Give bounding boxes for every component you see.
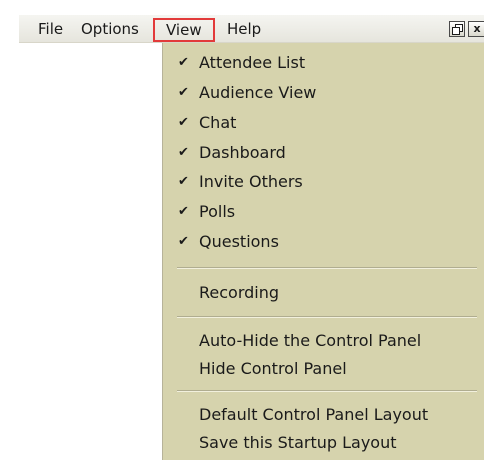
- menu-item-invite-others[interactable]: ✔ Invite Others: [163, 167, 484, 196]
- menu-item-label: Attendee List: [199, 53, 306, 72]
- menu-item-label: Default Control Panel Layout: [199, 405, 429, 424]
- menu-item-default-control-panel-layout[interactable]: Default Control Panel Layout: [163, 400, 484, 429]
- menu-item-label: Audience View: [199, 83, 317, 102]
- menu-separator: [177, 316, 477, 318]
- menu-bar: File Options View Help x: [19, 15, 484, 43]
- menu-item-label: Hide Control Panel: [199, 359, 347, 378]
- checkmark-icon: ✔: [178, 55, 189, 70]
- menu-separator: [177, 390, 477, 392]
- menu-item-label: Questions: [199, 232, 279, 251]
- menu-item-recording[interactable]: Recording: [163, 278, 484, 307]
- menu-help[interactable]: Help: [227, 20, 261, 38]
- menu-view[interactable]: View: [153, 18, 215, 42]
- checkmark-icon: ✔: [178, 234, 189, 249]
- close-window-button[interactable]: x: [468, 21, 484, 37]
- menu-item-dashboard[interactable]: ✔ Dashboard: [163, 138, 484, 167]
- menu-file[interactable]: File: [38, 20, 63, 38]
- checkmark-icon: ✔: [178, 174, 189, 189]
- menu-item-label: Dashboard: [199, 143, 286, 162]
- restore-window-button[interactable]: [449, 21, 465, 37]
- menu-item-audience-view[interactable]: ✔ Audience View: [163, 78, 484, 107]
- menu-item-label: Recording: [199, 283, 280, 302]
- checkmark-icon: ✔: [178, 204, 189, 219]
- menu-item-chat[interactable]: ✔ Chat: [163, 108, 484, 137]
- checkmark-icon: ✔: [178, 145, 189, 160]
- menu-item-label: Chat: [199, 113, 237, 132]
- menu-item-label: Auto-Hide the Control Panel: [199, 331, 422, 350]
- menu-options[interactable]: Options: [81, 20, 139, 38]
- menu-separator: [177, 267, 477, 269]
- menu-item-save-startup-layout[interactable]: Save this Startup Layout: [163, 428, 484, 457]
- menu-item-label: Invite Others: [199, 172, 303, 191]
- menu-item-questions[interactable]: ✔ Questions: [163, 227, 484, 256]
- restore-icon: [452, 24, 463, 35]
- menu-item-polls[interactable]: ✔ Polls: [163, 197, 484, 226]
- menu-item-attendee-list[interactable]: ✔ Attendee List: [163, 48, 484, 77]
- menu-item-label: Save this Startup Layout: [199, 433, 397, 452]
- checkmark-icon: ✔: [178, 115, 189, 130]
- menu-item-label: Polls: [199, 202, 236, 221]
- menu-item-auto-hide-control-panel[interactable]: Auto-Hide the Control Panel: [163, 326, 484, 355]
- view-dropdown-menu: ✔ Attendee List ✔ Audience View ✔ Chat ✔…: [162, 43, 484, 460]
- menu-item-hide-control-panel[interactable]: Hide Control Panel: [163, 354, 484, 383]
- checkmark-icon: ✔: [178, 85, 189, 100]
